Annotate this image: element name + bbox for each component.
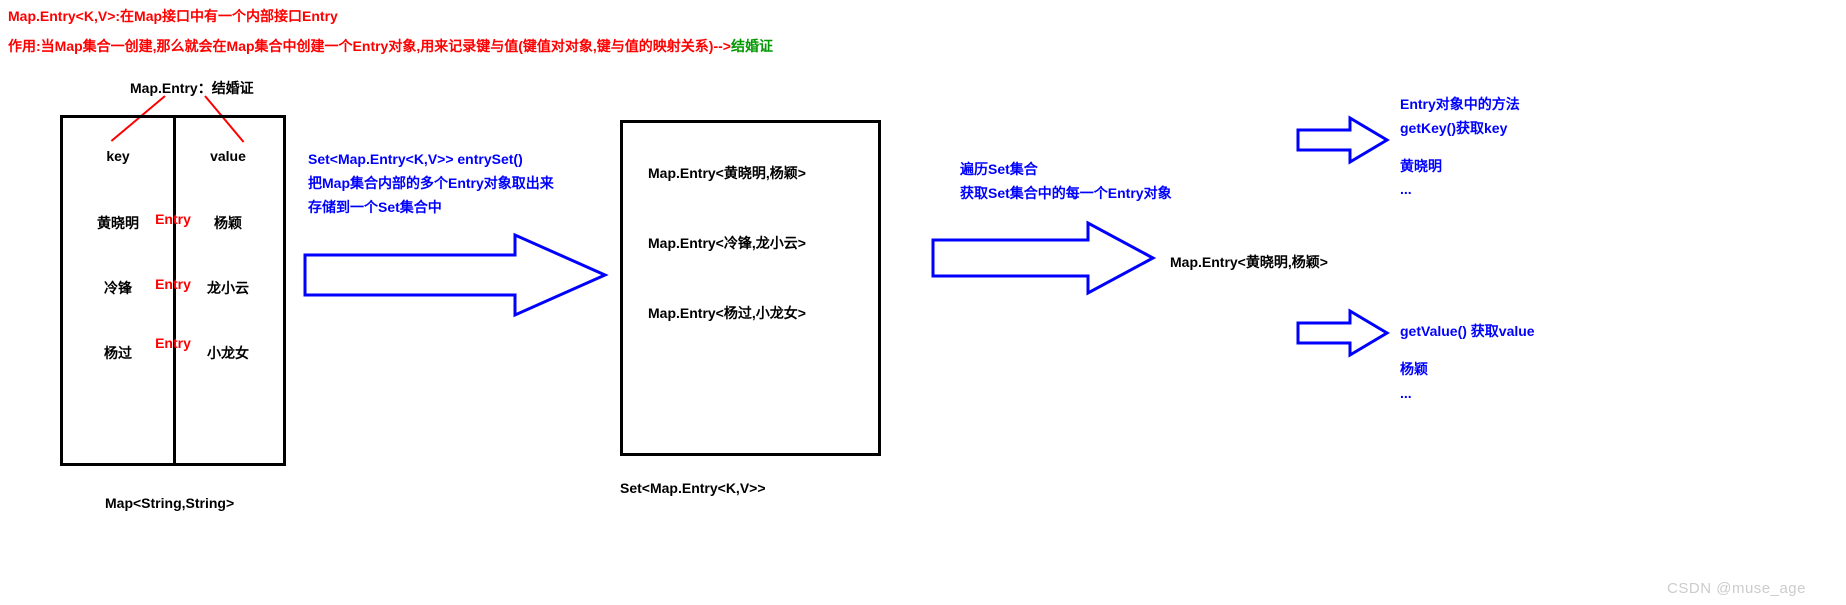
arrow-1	[300, 230, 610, 320]
arrow-4	[1295, 308, 1390, 358]
map-entry-1: Entry	[63, 276, 283, 292]
set-box: Map.Entry<黄晓明,杨颖> Map.Entry<冷锋,龙小云> Map.…	[620, 120, 881, 456]
set-row-0: Map.Entry<黄晓明,杨颖>	[648, 163, 806, 183]
table-row: 杨过 Entry 小龙女	[63, 343, 283, 363]
single-entry: Map.Entry<黄晓明,杨颖>	[1170, 252, 1328, 272]
table-row: 黄晓明 Entry 杨颖	[63, 213, 283, 233]
map-entry-2: Entry	[63, 335, 283, 351]
methods-value-val: 杨颖	[1400, 358, 1535, 382]
arrow-3	[1295, 115, 1390, 165]
header-line-2-pre: 作用:当Map集合一创建,那么就会在Map集合中创建一个Entry对象,用来记录…	[8, 38, 731, 54]
header-line-2: 作用:当Map集合一创建,那么就会在Map集合中创建一个Entry对象,用来记录…	[8, 36, 773, 56]
map-header-value: value	[173, 148, 283, 164]
methods-title-block: Entry对象中的方法 getKey()获取key 黄晓明 ...	[1400, 93, 1520, 202]
map-header-key: key	[63, 148, 173, 164]
set-caption: Set<Map.Entry<K,V>>	[620, 480, 766, 496]
methods-getvalue-block: getValue() 获取value 杨颖 ...	[1400, 320, 1535, 405]
set-row-1: Map.Entry<冷锋,龙小云>	[648, 233, 806, 253]
header-line-2-green: 结婚证	[731, 38, 773, 54]
map-box: key value 黄晓明 Entry 杨颖 冷锋 Entry 龙小云 杨过 E…	[60, 115, 286, 466]
arrow1-text-l3: 存储到一个Set集合中	[308, 196, 608, 220]
map-title-left: Map.Entry	[130, 80, 198, 96]
set-row-2: Map.Entry<杨过,小龙女>	[648, 303, 806, 323]
arrow-2	[928, 218, 1158, 298]
methods-title: Entry对象中的方法	[1400, 93, 1520, 117]
map-title: Map.Entry：结婚证	[130, 78, 254, 98]
map-entry-0: Entry	[63, 211, 283, 227]
arrow1-text-l1: Set<Map.Entry<K,V>> entrySet()	[308, 148, 608, 172]
arrow2-text-l2: 获取Set集合中的每一个Entry对象	[960, 182, 1220, 206]
methods-getvalue: getValue() 获取value	[1400, 320, 1535, 344]
methods-key-val: 黄晓明	[1400, 155, 1520, 179]
map-caption: Map<String,String>	[105, 495, 234, 511]
table-row: 冷锋 Entry 龙小云	[63, 278, 283, 298]
arrow2-text-l1: 遍历Set集合	[960, 158, 1220, 182]
methods-getkey: getKey()获取key	[1400, 117, 1520, 141]
map-header-row: key value	[63, 148, 283, 164]
map-title-colon: ：	[198, 80, 212, 96]
map-title-right: 结婚证	[212, 80, 254, 96]
header-line-1: Map.Entry<K,V>:在Map接口中有一个内部接口Entry	[8, 6, 338, 26]
methods-ell1: ...	[1400, 178, 1520, 202]
arrow1-text-l2: 把Map集合内部的多个Entry对象取出来	[308, 172, 608, 196]
arrow2-text: 遍历Set集合 获取Set集合中的每一个Entry对象	[960, 158, 1220, 206]
arrow1-text: Set<Map.Entry<K,V>> entrySet() 把Map集合内部的…	[308, 148, 608, 219]
methods-ell2: ...	[1400, 382, 1535, 406]
watermark: CSDN @muse_age	[1667, 580, 1806, 597]
